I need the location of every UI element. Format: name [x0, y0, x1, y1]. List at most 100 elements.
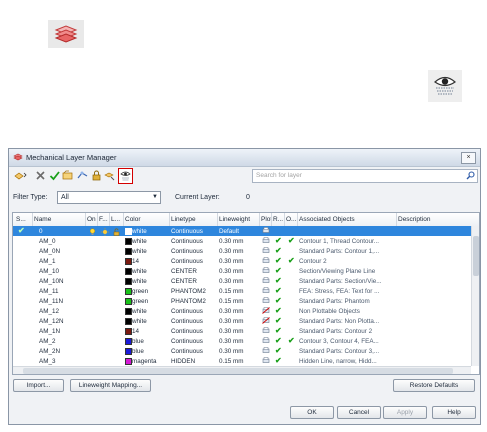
reassign-check-icon[interactable]: ✔ — [275, 306, 282, 315]
header-col-freeze[interactable]: F... — [99, 216, 108, 223]
lineweight-mapping-button[interactable]: Lineweight Mapping... — [70, 379, 151, 392]
column-separator[interactable] — [97, 213, 98, 226]
layer-name[interactable]: 0 — [39, 228, 43, 235]
layer-name[interactable]: AM_11N — [39, 298, 63, 305]
column-separator[interactable] — [85, 213, 86, 226]
search-input[interactable]: Search for layer — [252, 169, 478, 183]
help-button[interactable]: Help — [432, 406, 476, 419]
layer-lineweight[interactable]: 0.15 mm — [219, 358, 244, 365]
set-current-icon[interactable] — [49, 170, 60, 181]
override-check-icon[interactable]: ✔ — [288, 336, 295, 345]
header-col-lineweight[interactable]: Lineweight — [219, 216, 250, 223]
color-swatch[interactable] — [125, 258, 132, 265]
plot-icon[interactable] — [262, 337, 270, 344]
layer-lineweight[interactable]: Default — [219, 228, 239, 235]
layer-name[interactable]: AM_12N — [39, 318, 64, 325]
plot-icon[interactable] — [262, 297, 270, 304]
table-row[interactable]: AM_12N white Continuous 0.30 mm ✔ Standard Pa… — [13, 316, 471, 326]
plot-icon[interactable] — [262, 347, 270, 354]
column-separator[interactable] — [271, 213, 272, 226]
table-row[interactable]: AM_12 white Continuous 0.30 mm ✔ Non Plottabl… — [13, 306, 471, 316]
layer-linetype[interactable]: Continuous — [171, 318, 203, 325]
layer-color[interactable]: white — [132, 318, 147, 325]
color-swatch[interactable] — [125, 248, 132, 255]
layer-linetype[interactable]: Continuous — [171, 348, 203, 355]
layer-lineweight[interactable]: 0.30 mm — [219, 348, 244, 355]
new-layer-icon[interactable] — [14, 170, 27, 181]
layer-lineweight[interactable]: 0.30 mm — [219, 318, 244, 325]
chevron-down-icon[interactable]: ▼ — [150, 192, 160, 203]
color-swatch[interactable] — [125, 268, 132, 275]
delete-icon[interactable] — [35, 170, 46, 181]
scroll-thumb[interactable] — [473, 236, 479, 276]
layer-name[interactable]: AM_12 — [39, 308, 59, 315]
reassign-check-icon[interactable]: ✔ — [275, 286, 282, 295]
color-swatch[interactable] — [125, 308, 132, 315]
layer-lineweight[interactable]: 0.30 mm — [219, 258, 244, 265]
reassign-check-icon[interactable]: ✔ — [275, 336, 282, 345]
reassign-check-icon[interactable]: ✔ — [275, 236, 282, 245]
freeze-icon[interactable] — [77, 170, 88, 181]
layer-lineweight[interactable]: 0.15 mm — [219, 288, 244, 295]
layer-color[interactable]: 14 — [132, 258, 139, 265]
column-separator[interactable] — [217, 213, 218, 226]
search-icon[interactable] — [466, 171, 475, 180]
layer-name[interactable]: AM_0N — [39, 248, 60, 255]
header-col-on[interactable]: On — [87, 216, 96, 223]
ok-button[interactable]: OK — [290, 406, 334, 419]
color-swatch[interactable] — [125, 238, 132, 245]
layer-filter-icon[interactable] — [104, 170, 115, 181]
table-row[interactable]: AM_10 white CENTER 0.30 mm ✔ Section/Viewing … — [13, 266, 471, 276]
plot-icon[interactable] — [262, 247, 270, 254]
plot-icon[interactable] — [262, 267, 270, 274]
layer-linetype[interactable]: PHANTOM2 — [171, 288, 206, 295]
layer-linetype[interactable]: Continuous — [171, 248, 203, 255]
column-separator[interactable] — [169, 213, 170, 226]
reassign-check-icon[interactable]: ✔ — [275, 246, 282, 255]
layer-color[interactable]: green — [132, 298, 148, 305]
reassign-check-icon[interactable]: ✔ — [275, 276, 282, 285]
layer-linetype[interactable]: Continuous — [171, 238, 203, 245]
reassign-check-icon[interactable]: ✔ — [275, 316, 282, 325]
header-col-lock[interactable]: L... — [111, 216, 120, 223]
layer-lineweight[interactable]: 0.30 mm — [219, 328, 244, 335]
layer-linetype[interactable]: Continuous — [171, 328, 203, 335]
horizontal-scrollbar[interactable] — [13, 366, 471, 374]
layer-color[interactable]: magenta — [132, 358, 157, 365]
column-separator[interactable] — [109, 213, 110, 226]
layer-lineweight[interactable]: 0.30 mm — [219, 268, 244, 275]
table-row[interactable]: AM_10N white CENTER 0.30 mm ✔ Standard Parts:… — [13, 276, 471, 286]
lock-icon[interactable] — [91, 170, 102, 181]
column-separator[interactable] — [32, 213, 33, 226]
color-swatch[interactable] — [125, 338, 132, 345]
table-row[interactable]: AM_2 blue Continuous 0.30 mm ✔ ✔ Contour 3, Co… — [13, 336, 471, 346]
layer-lineweight[interactable]: 0.30 mm — [219, 278, 244, 285]
layer-linetype[interactable]: Continuous — [171, 228, 203, 235]
table-row[interactable]: AM_11N green PHANTOM2 0.15 mm ✔ Standard Part… — [13, 296, 471, 306]
restore-defaults-button[interactable]: Restore Defaults — [393, 379, 475, 392]
layer-color[interactable]: blue — [132, 348, 144, 355]
header-col-associated-objects[interactable]: Associated Objects — [299, 216, 355, 223]
layer-linetype[interactable]: PHANTOM2 — [171, 298, 206, 305]
header-col-linetype[interactable]: Linetype — [171, 216, 196, 223]
column-separator[interactable] — [284, 213, 285, 226]
plot-icon[interactable] — [262, 327, 270, 334]
color-swatch[interactable] — [125, 358, 132, 365]
layer-linetype[interactable]: Continuous — [171, 258, 203, 265]
layer-color[interactable]: white — [132, 278, 147, 285]
cancel-button[interactable]: Cancel — [337, 406, 381, 419]
layer-name[interactable]: AM_11 — [39, 288, 58, 295]
layer-color[interactable]: white — [132, 268, 147, 275]
color-swatch[interactable] — [125, 318, 132, 325]
close-button[interactable]: × — [461, 152, 476, 164]
table-row[interactable]: AM_0 white Continuous 0.30 mm ✔ ✔ Contour 1, T… — [13, 236, 471, 246]
layer-linetype[interactable]: HIDDEN — [171, 358, 195, 365]
apply-button[interactable]: Apply — [383, 406, 427, 419]
layer-name[interactable]: AM_1 — [39, 258, 55, 265]
layer-linetype[interactable]: CENTER — [171, 268, 197, 275]
column-separator[interactable] — [297, 213, 298, 226]
layer-name[interactable]: AM_2 — [39, 338, 55, 345]
table-row[interactable]: AM_1 14 Continuous 0.30 mm ✔ ✔ Contour 2 — [13, 256, 471, 266]
layer-name[interactable]: AM_10N — [39, 278, 64, 285]
plot-icon[interactable] — [262, 227, 270, 234]
